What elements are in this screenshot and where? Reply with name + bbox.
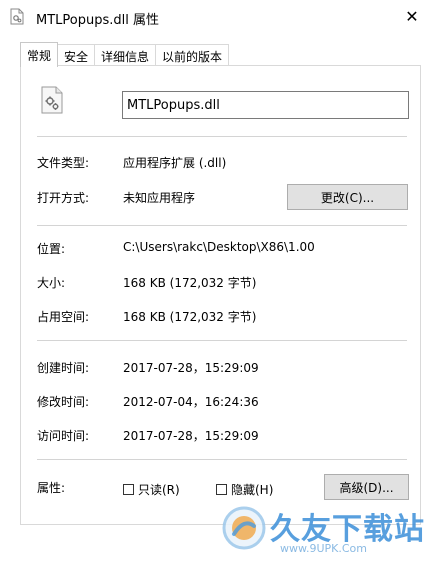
change-button[interactable]: 更改(C)... [287, 184, 408, 210]
hidden-label: 隐藏(H) [231, 483, 274, 497]
location-value: C:\Users\rakc\Desktop\X86\1.00 [123, 240, 315, 254]
modified-value: 2012-07-04，16:24:36 [123, 395, 259, 409]
readonly-checkbox[interactable]: 只读(R) [123, 481, 180, 498]
advanced-button[interactable]: 高级(D)... [324, 474, 409, 500]
modified-label: 修改时间: [37, 395, 90, 409]
checkbox-box[interactable] [216, 484, 227, 495]
tab-label: 以前的版本 [162, 49, 223, 64]
checkbox-box[interactable] [123, 484, 134, 495]
tab-details[interactable]: 详细信息 [94, 44, 157, 67]
readonly-label: 只读(R) [138, 483, 180, 497]
open-with-label: 打开方式: [37, 191, 90, 205]
tab-label: 详细信息 [101, 49, 150, 64]
tab-label: 常规 [27, 48, 52, 63]
size-value: 168 KB (172,032 字节) [123, 276, 257, 290]
size-on-disk-label: 占用空间: [37, 310, 90, 324]
advanced-button-label: 高级(D)... [339, 480, 394, 495]
divider [37, 136, 407, 137]
tab-general[interactable]: 常规 [20, 42, 59, 67]
window-title: MTLPopups.dll 属性 [36, 13, 159, 28]
file-name-input[interactable] [122, 91, 409, 119]
hidden-checkbox[interactable]: 隐藏(H) [216, 481, 273, 498]
attributes-label: 属性: [37, 481, 66, 495]
watermark-logo-icon [222, 506, 266, 550]
location-label: 位置: [37, 242, 66, 256]
created-label: 创建时间: [37, 361, 90, 375]
tab-security[interactable]: 安全 [57, 44, 96, 67]
file-type-label: 文件类型: [37, 156, 90, 170]
accessed-label: 访问时间: [37, 429, 90, 443]
dll-file-icon [10, 8, 24, 25]
watermark: 久友下载站 www.9UPK.Com [218, 500, 430, 560]
tab-strip: 常规 安全 详细信息 以前的版本 [20, 42, 230, 67]
title-bar: MTLPopups.dll 属性 ✕ [0, 0, 433, 34]
watermark-url: www.9UPK.Com [280, 542, 367, 555]
properties-window: MTLPopups.dll 属性 ✕ 常规 安全 详细信息 以前的版本 MTLP… [0, 0, 433, 564]
change-button-label: 更改(C)... [320, 190, 375, 205]
divider [37, 340, 407, 341]
size-on-disk-value: 168 KB (172,032 字节) [123, 310, 257, 324]
created-value: 2017-07-28，15:29:09 [123, 361, 259, 375]
tab-previous-versions[interactable]: 以前的版本 [155, 44, 230, 67]
tab-label: 安全 [64, 49, 89, 64]
accessed-value: 2017-07-28，15:29:09 [123, 429, 259, 443]
close-button[interactable]: ✕ [397, 2, 427, 30]
general-tab-panel [20, 65, 421, 525]
divider [37, 225, 407, 226]
divider [37, 459, 407, 460]
open-with-value: 未知应用程序 [123, 191, 196, 205]
dll-file-gear-icon [41, 86, 63, 114]
size-label: 大小: [37, 276, 66, 290]
file-type-value: 应用程序扩展 (.dll) [123, 156, 227, 170]
close-icon: ✕ [405, 6, 419, 26]
